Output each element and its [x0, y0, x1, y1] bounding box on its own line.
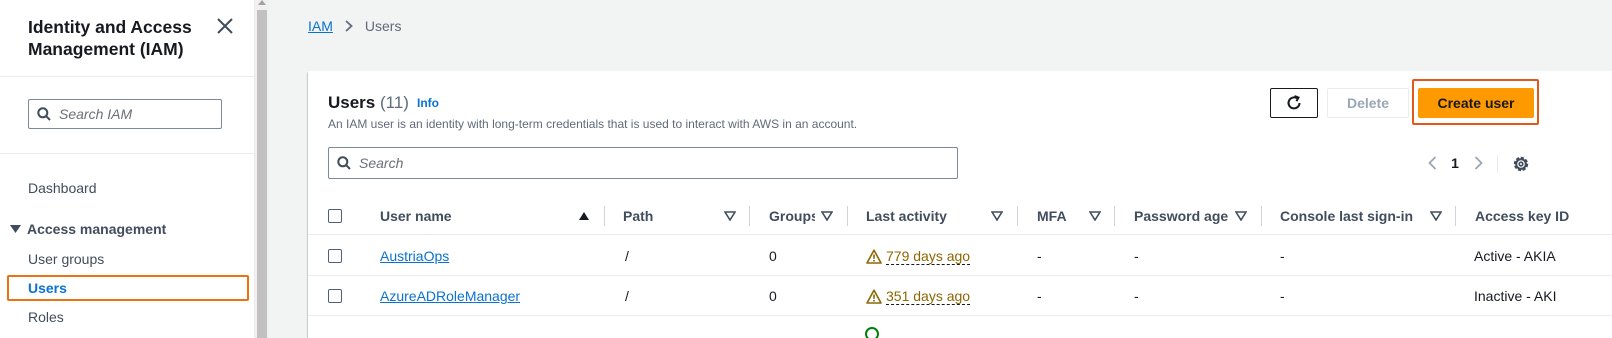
row-checkbox[interactable] [328, 249, 342, 263]
console-sign-in-cell: - [1280, 288, 1285, 304]
close-icon[interactable] [214, 15, 236, 37]
column-divider [847, 206, 848, 226]
sort-icon[interactable] [991, 211, 1003, 221]
breadcrumb-current: Users [364, 18, 402, 34]
column-divider [749, 206, 750, 226]
sort-icon[interactable] [821, 211, 833, 221]
sidebar-search[interactable] [28, 99, 222, 129]
password-age-cell: - [1134, 248, 1139, 264]
search-icon [337, 156, 351, 170]
mfa-cell: - [1037, 248, 1042, 264]
column-header-mfa[interactable]: MFA [1037, 197, 1097, 235]
sidebar-item-users[interactable]: Users [7, 275, 249, 301]
warning-icon [866, 288, 882, 304]
page-number[interactable]: 1 [1442, 155, 1468, 171]
users-panel: Users (11) Info An IAM user is an identi… [308, 71, 1612, 338]
column-divider [1455, 206, 1456, 226]
create-user-button[interactable]: Create user [1418, 88, 1534, 118]
column-divider [1017, 206, 1018, 226]
console-sign-in-cell: - [1280, 248, 1285, 264]
groups-cell: 0 [769, 248, 777, 264]
sidebar-divider [0, 76, 255, 77]
groups-cell: 0 [769, 288, 777, 304]
gear-icon[interactable] [1511, 154, 1531, 174]
sort-icon[interactable] [1430, 211, 1442, 221]
select-all-checkbox[interactable] [328, 209, 342, 223]
chevron-right-icon [1474, 156, 1483, 170]
column-header-access-key-id[interactable]: Access key ID [1475, 197, 1595, 235]
sort-icon[interactable] [1089, 211, 1101, 221]
user-name-link[interactable]: AustriaOps [380, 236, 449, 276]
page-title-text: Users [328, 93, 376, 112]
scroll-up-arrow[interactable] [258, 0, 266, 5]
last-activity-text: 779 days ago [886, 247, 971, 265]
last-activity-text: 351 days ago [886, 287, 971, 305]
scrollbar-thumb[interactable] [257, 10, 267, 338]
table-row[interactable]: AzureADRoleManager / 0 351 days ago - - … [308, 276, 1612, 316]
last-activity-cell: 779 days ago [866, 236, 971, 276]
column-divider [1261, 206, 1262, 226]
warning-icon [866, 248, 882, 264]
column-header-groups[interactable]: Groups [769, 197, 815, 235]
column-header-user-name[interactable]: User name [380, 197, 550, 235]
last-activity-cell: 351 days ago [866, 276, 971, 316]
user-name-link[interactable]: AzureADRoleManager [380, 276, 520, 316]
page-description: An IAM user is an identity with long-ter… [328, 117, 858, 131]
table-search[interactable] [328, 147, 958, 179]
column-header-path[interactable]: Path [623, 197, 703, 235]
pagination-divider [1497, 155, 1498, 173]
chevron-right-icon [345, 20, 353, 32]
breadcrumb-iam-link[interactable]: IAM [308, 18, 333, 34]
refresh-button[interactable] [1270, 88, 1318, 118]
access-key-cell: Inactive - AKI [1474, 288, 1557, 304]
refresh-icon [1287, 95, 1301, 110]
column-header-console-last-sign-in[interactable]: Console last sign-in [1280, 197, 1430, 235]
next-page-button[interactable] [1468, 153, 1488, 173]
info-link[interactable]: Info [417, 96, 439, 110]
search-icon [37, 107, 51, 121]
column-header-last-activity[interactable]: Last activity [866, 197, 986, 235]
column-divider [604, 206, 605, 226]
last-activity-warning[interactable]: 779 days ago [866, 236, 971, 276]
status-success-icon [865, 327, 879, 338]
sidebar-scrollbar[interactable] [255, 0, 269, 338]
caret-down-icon [10, 224, 21, 233]
sidebar-item-roles[interactable]: Roles [28, 309, 64, 325]
pagination: 1 [1422, 153, 1488, 173]
sidebar-title: Identity and Access Management (IAM) [28, 17, 192, 59]
table-search-input[interactable] [359, 152, 939, 174]
row-checkbox[interactable] [328, 289, 342, 303]
mfa-cell: - [1037, 288, 1042, 304]
password-age-cell: - [1134, 288, 1139, 304]
delete-button[interactable]: Delete [1327, 88, 1409, 118]
path-cell: / [625, 288, 629, 304]
sidebar-divider [0, 153, 255, 154]
breadcrumb: IAM Users [308, 18, 401, 34]
previous-page-button[interactable] [1422, 153, 1442, 173]
chevron-left-icon [1427, 156, 1436, 170]
sidebar-section-access-management[interactable]: Access management [10, 221, 166, 237]
sidebar: Identity and Access Management (IAM) Das… [0, 0, 255, 338]
path-cell: / [625, 248, 629, 264]
sidebar-item-label: Users [28, 280, 67, 296]
sort-ascending-icon[interactable] [578, 211, 590, 221]
access-key-cell: Active - AKIA [1474, 248, 1556, 264]
page-title: Users (11) [328, 93, 409, 113]
column-divider [1114, 206, 1115, 226]
sort-icon[interactable] [1235, 211, 1247, 221]
sort-icon[interactable] [724, 211, 736, 221]
sidebar-search-input[interactable] [59, 103, 214, 125]
users-count: (11) [380, 93, 409, 112]
table-row[interactable]: AustriaOps / 0 779 days ago - - - Active… [308, 236, 1612, 276]
sidebar-section-label: Access management [27, 221, 167, 237]
last-activity-warning[interactable]: 351 days ago [866, 276, 971, 316]
sidebar-item-dashboard[interactable]: Dashboard [28, 180, 97, 196]
column-header-password-age[interactable]: Password age [1134, 197, 1244, 235]
sidebar-item-user-groups[interactable]: User groups [28, 251, 104, 267]
table-header: User name Path Groups Last activity MFA … [308, 197, 1612, 235]
